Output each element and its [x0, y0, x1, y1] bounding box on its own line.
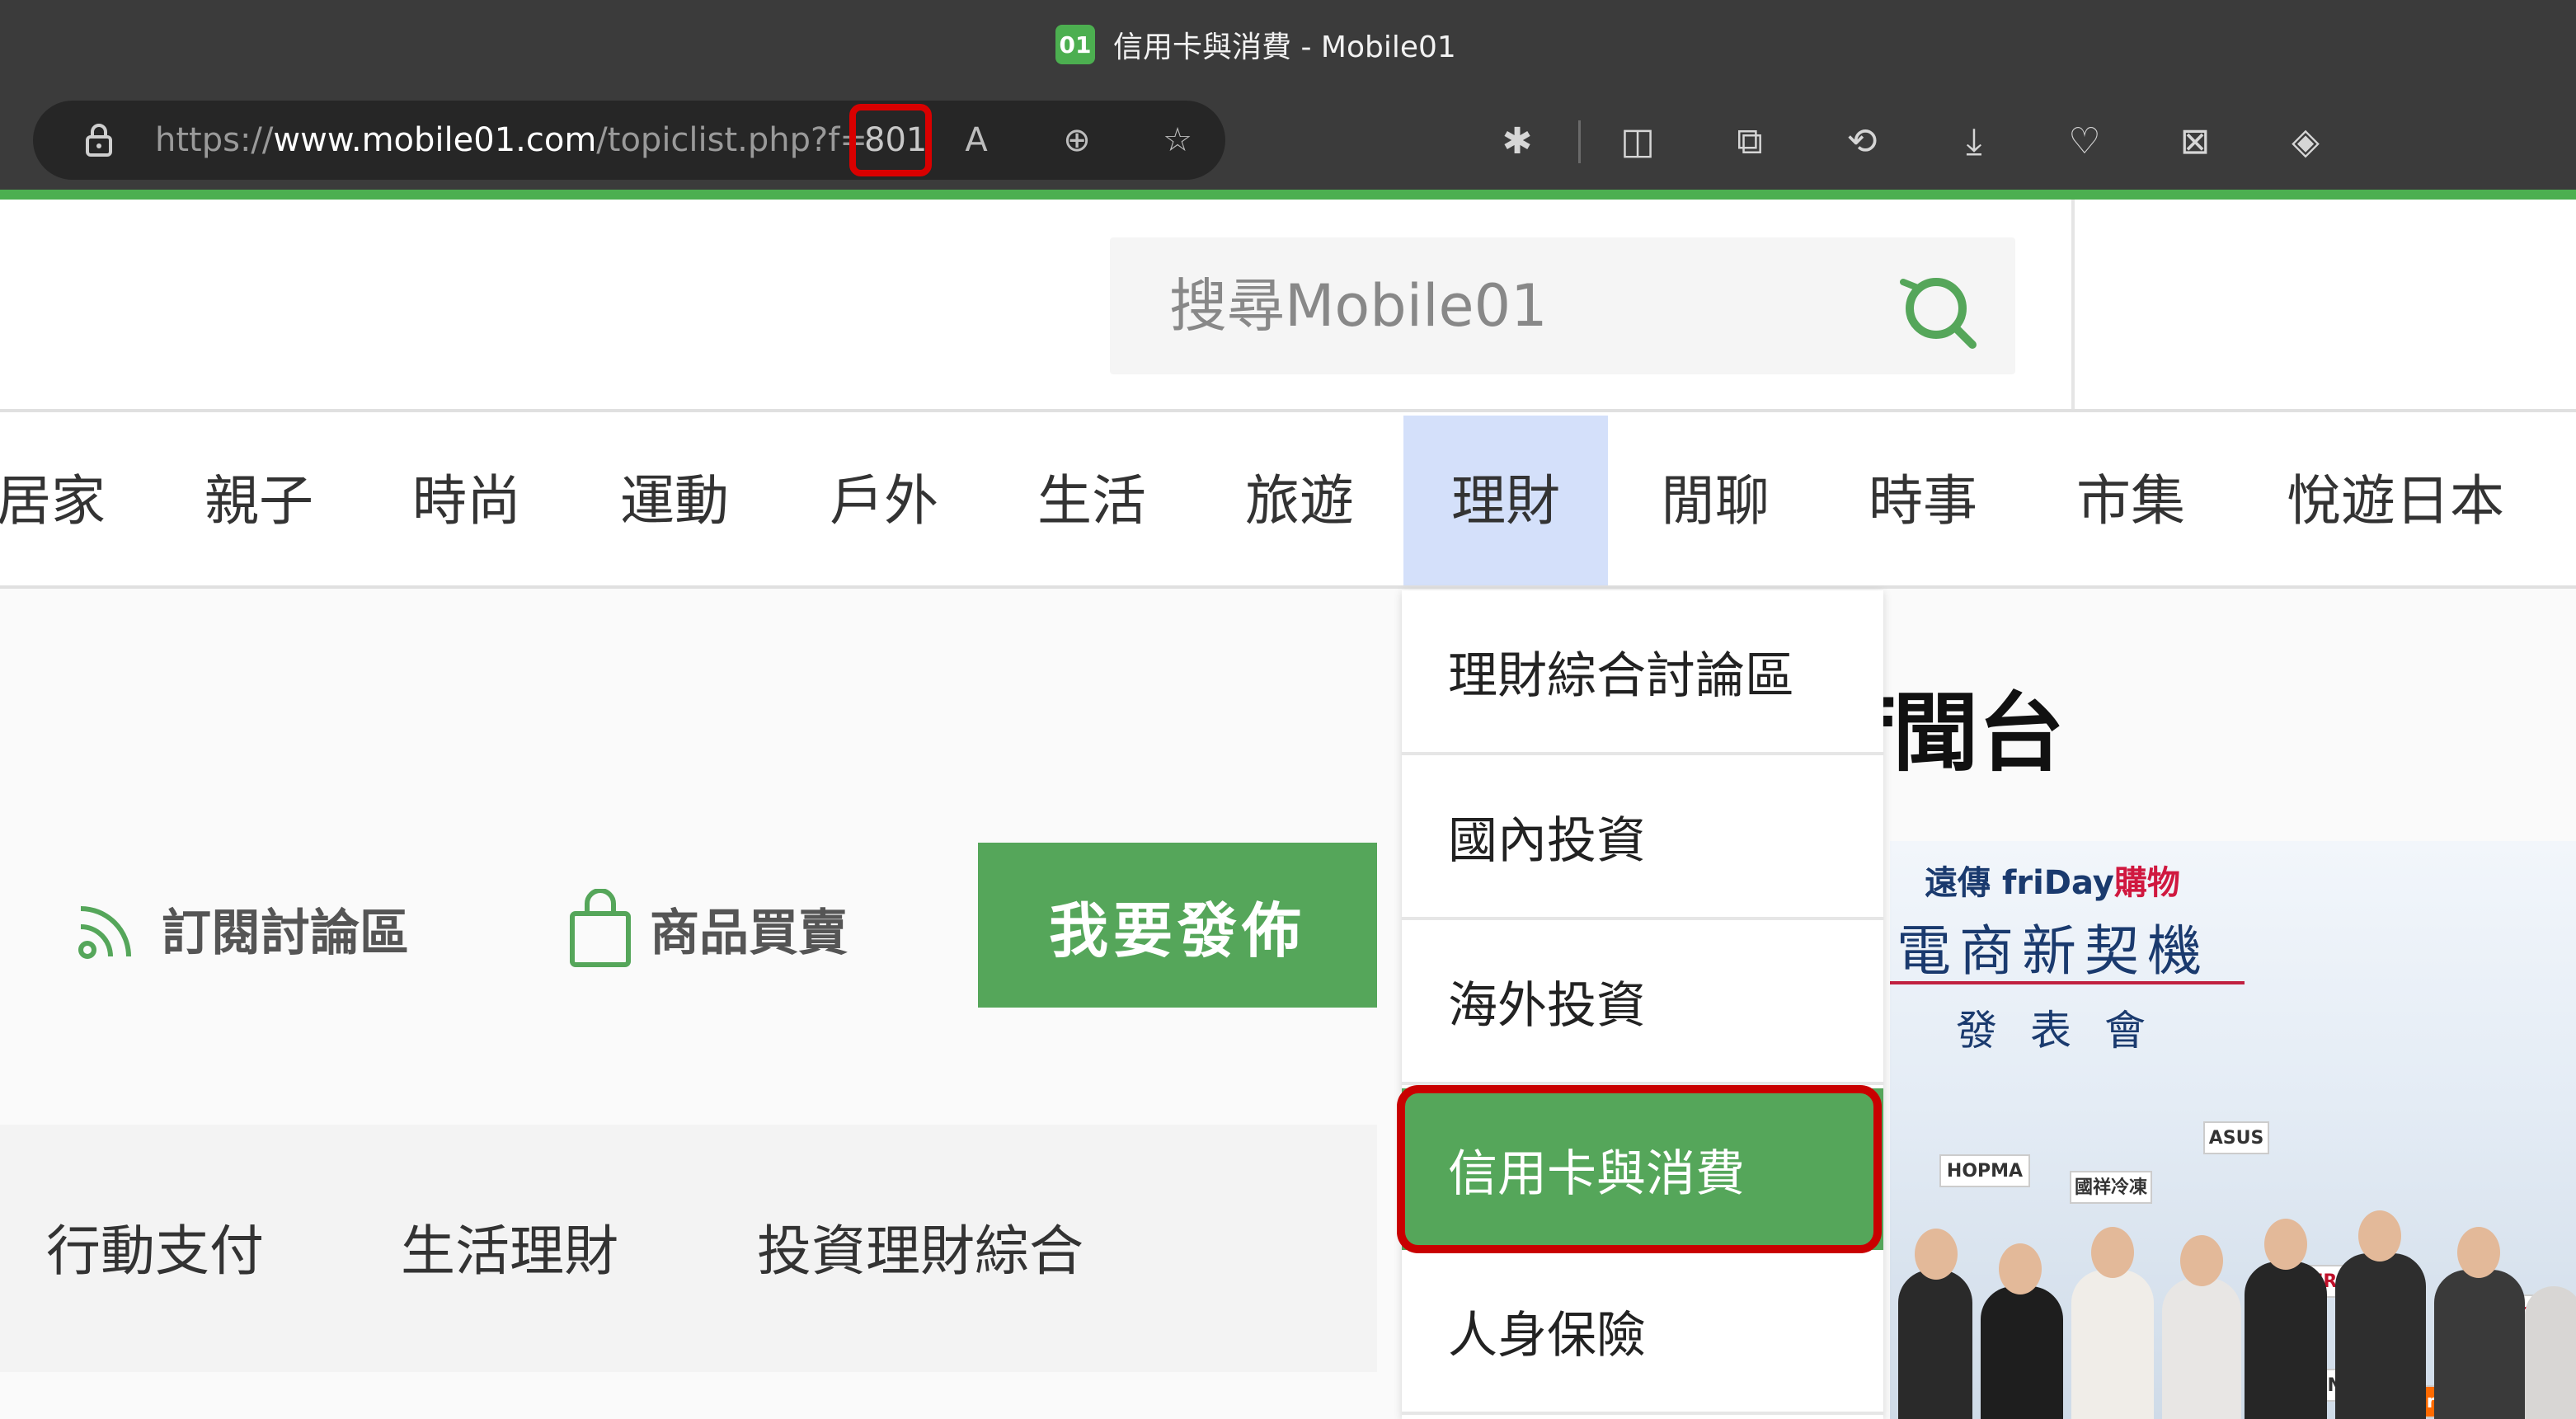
- search-box[interactable]: [1110, 237, 2015, 374]
- url-highlight-box: [849, 104, 932, 176]
- subscribe-forum-link[interactable]: 訂閱討論區: [74, 889, 409, 968]
- favorite-star-icon[interactable]: ☆: [1158, 120, 1197, 160]
- promo-brand: 遠傳 friDay購物: [1925, 864, 2180, 902]
- subnav-item[interactable]: 投資理財綜合: [757, 1207, 1084, 1286]
- search-icon[interactable]: [1900, 270, 1979, 350]
- header-divider: [2071, 200, 2075, 412]
- promo-logo: ASUS: [2203, 1121, 2269, 1154]
- dropdown-item[interactable]: 國內投資: [1402, 755, 1883, 920]
- promo-person: [2335, 1253, 2426, 1419]
- mobile01-favicon: 01: [1055, 25, 1095, 64]
- market-link[interactable]: 商品買賣: [569, 889, 848, 968]
- promo-person: [2245, 1262, 2327, 1419]
- promo-headline: 電商新契機: [1897, 919, 2210, 983]
- nav-category[interactable]: 運動: [618, 416, 731, 587]
- page-load-progress: [0, 190, 2576, 200]
- promo-person: [1981, 1286, 2063, 1419]
- subscribe-label: 訂閱討論區: [162, 904, 409, 962]
- url-text[interactable]: https://www.mobile01.com/topiclist.php?f…: [155, 117, 867, 163]
- rss-icon: [78, 906, 131, 959]
- promo-person-head: [2457, 1227, 2500, 1278]
- promo-person-head: [2358, 1210, 2401, 1262]
- nav-category[interactable]: 親子: [203, 416, 315, 587]
- promo-person-head: [1999, 1243, 2042, 1294]
- browser-toolbar: https://www.mobile01.com/topiclist.php?f…: [0, 91, 2576, 190]
- promo-logo: 國祥冷凍: [2070, 1171, 2152, 1204]
- subnav-item[interactable]: 行動支付: [46, 1207, 264, 1286]
- promo-person: [2071, 1270, 2154, 1419]
- promo-person: [1898, 1270, 1972, 1419]
- dropdown-item[interactable]: 人身保險: [1402, 1250, 1883, 1415]
- nav-category[interactable]: 居家: [0, 416, 107, 587]
- toolbar-divider: [1578, 120, 1581, 163]
- promo-person-head: [2264, 1219, 2307, 1270]
- address-bar[interactable]: https://www.mobile01.com/topiclist.php?f…: [33, 101, 1225, 180]
- search-input[interactable]: [1168, 269, 1910, 343]
- main-content: f聞台 訂閱討論區 商品買賣 我要發佈 行動支付 生活理財 投資理財綜合 遠傳 …: [0, 589, 2576, 1419]
- extensions-icon[interactable]: ✱: [1494, 119, 1540, 165]
- news-section-title: f聞台: [1855, 683, 2065, 783]
- split-screen-icon[interactable]: ◫: [1615, 119, 1661, 165]
- nav-category-active[interactable]: 理財: [1403, 416, 1608, 587]
- shopping-bag-icon: [570, 889, 631, 967]
- zoom-icon[interactable]: ⊕: [1057, 120, 1097, 160]
- performance-icon[interactable]: ♡: [2061, 119, 2108, 165]
- nav-category[interactable]: 閒聊: [1659, 416, 1771, 587]
- forum-subnav: 行動支付 生活理財 投資理財綜合: [0, 1125, 1377, 1372]
- browser-tab[interactable]: 01 信用卡與消費 - Mobile01: [1055, 21, 1456, 68]
- category-dropdown-menu: 理財綜合討論區 國內投資 海外投資 信用卡與消費 人身保險: [1402, 590, 1883, 1419]
- promo-person-head: [2180, 1235, 2223, 1286]
- dropdown-item[interactable]: 理財綜合討論區: [1402, 590, 1883, 755]
- selected-item-highlight-box: [1397, 1085, 1882, 1253]
- nav-category[interactable]: 悅遊日本: [2284, 416, 2507, 587]
- header-bottom-border: [0, 409, 2576, 412]
- site-header: [0, 200, 2576, 412]
- lock-icon[interactable]: [79, 120, 119, 160]
- math-solver-icon[interactable]: ⊠: [2172, 119, 2218, 165]
- market-label: 商品買賣: [650, 904, 848, 962]
- read-aloud-icon[interactable]: A: [957, 120, 996, 160]
- news-promo-image[interactable]: 遠傳 friDay購物 電商新契機 發表會 ASUS HOPMA 國祥冷凍 IE…: [1890, 841, 2576, 1419]
- nav-category[interactable]: 市集: [2075, 416, 2187, 587]
- promo-person: [2162, 1278, 2241, 1419]
- category-nav: 居家 親子 時尚 運動 戶外 生活 旅遊 理財 閒聊 時事 市集 悅遊日本: [0, 416, 2576, 587]
- promo-person: [2434, 1270, 2525, 1419]
- download-icon[interactable]: ⤓: [1951, 119, 1997, 165]
- nav-category[interactable]: 生活: [1036, 416, 1148, 587]
- promo-person-head: [1915, 1229, 1958, 1280]
- collections-icon[interactable]: ⧉: [1727, 119, 1773, 165]
- promo-person-head: [2091, 1227, 2134, 1278]
- dropdown-item[interactable]: 海外投資: [1402, 920, 1883, 1085]
- history-icon[interactable]: ⟲: [1839, 119, 1885, 165]
- promo-person: [2525, 1286, 2576, 1419]
- nav-category[interactable]: 戶外: [828, 416, 940, 587]
- promo-logo: HOPMA: [1939, 1154, 2030, 1187]
- publish-button[interactable]: 我要發佈: [978, 843, 1377, 1008]
- tab-title-text: 信用卡與消費 - Mobile01: [1113, 31, 1456, 64]
- nav-category[interactable]: 時事: [1867, 416, 1979, 587]
- subnav-item[interactable]: 生活理財: [401, 1207, 618, 1286]
- promo-subline: 發表會: [1956, 1007, 2179, 1055]
- nav-category[interactable]: 旅遊: [1243, 416, 1356, 587]
- browser-titlebar: 01 信用卡與消費 - Mobile01: [0, 0, 2576, 91]
- promo-divider-line: [1890, 981, 2245, 984]
- nav-category[interactable]: 時尚: [411, 416, 523, 587]
- copilot-icon[interactable]: ◈: [2282, 119, 2329, 165]
